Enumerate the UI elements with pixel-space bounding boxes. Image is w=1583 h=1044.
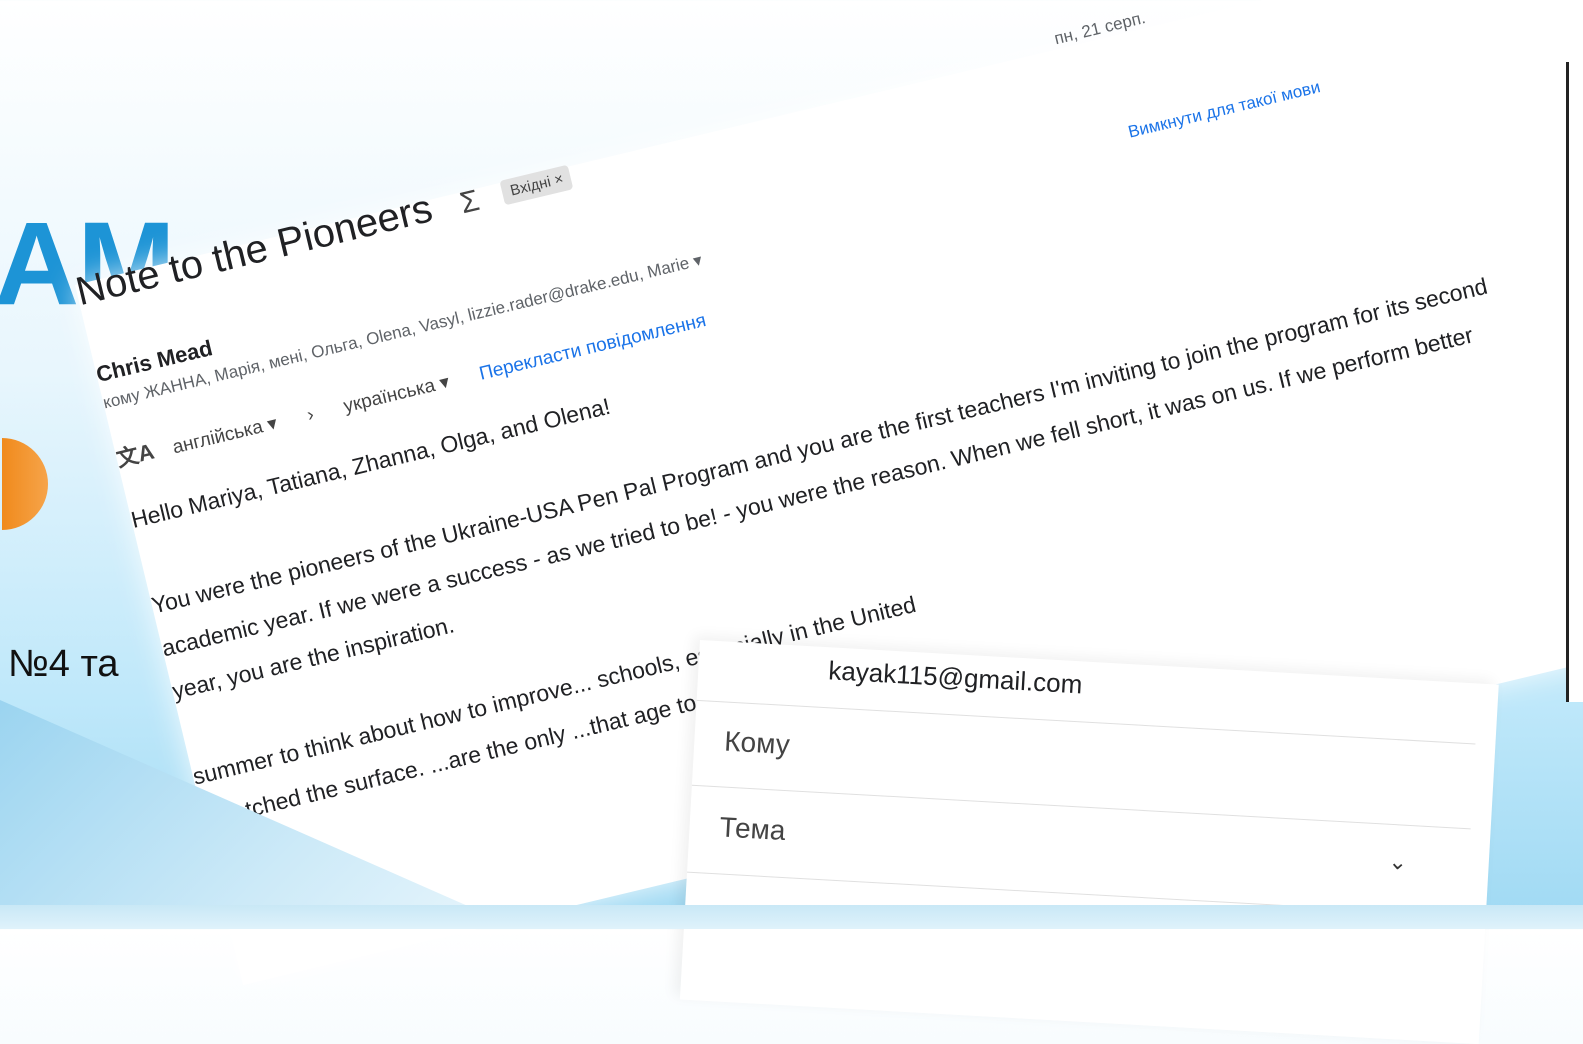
- email-date: пн, 21 серп.: [1052, 8, 1148, 49]
- target-language-select[interactable]: українська ▾: [342, 372, 452, 418]
- importance-icon[interactable]: Σ: [457, 184, 483, 220]
- chevron-right-icon: ›: [304, 404, 317, 427]
- orange-swoosh-decoration: [2, 438, 48, 530]
- inbox-label-chip[interactable]: Вхідні ×: [499, 164, 574, 206]
- source-language-select[interactable]: англійська ▾: [171, 413, 280, 458]
- right-edge-frame: [1566, 62, 1583, 702]
- to-field[interactable]: Кому: [723, 726, 791, 762]
- compose-window: kayak115@gmail.com Кому Тема ⌄: [679, 640, 1499, 1044]
- bottom-band: [0, 905, 1583, 929]
- from-address: kayak115@gmail.com: [827, 655, 1084, 700]
- slide-subtitle: №4 та: [8, 643, 119, 685]
- divider: [691, 784, 1471, 830]
- chevron-down-icon[interactable]: ⌄: [1388, 849, 1408, 876]
- turn-off-translation-link[interactable]: Вимкнути для такої мови: [1126, 77, 1322, 142]
- translate-icon: 文A: [113, 438, 157, 472]
- divider: [696, 699, 1476, 745]
- subject-field[interactable]: Тема: [719, 811, 787, 847]
